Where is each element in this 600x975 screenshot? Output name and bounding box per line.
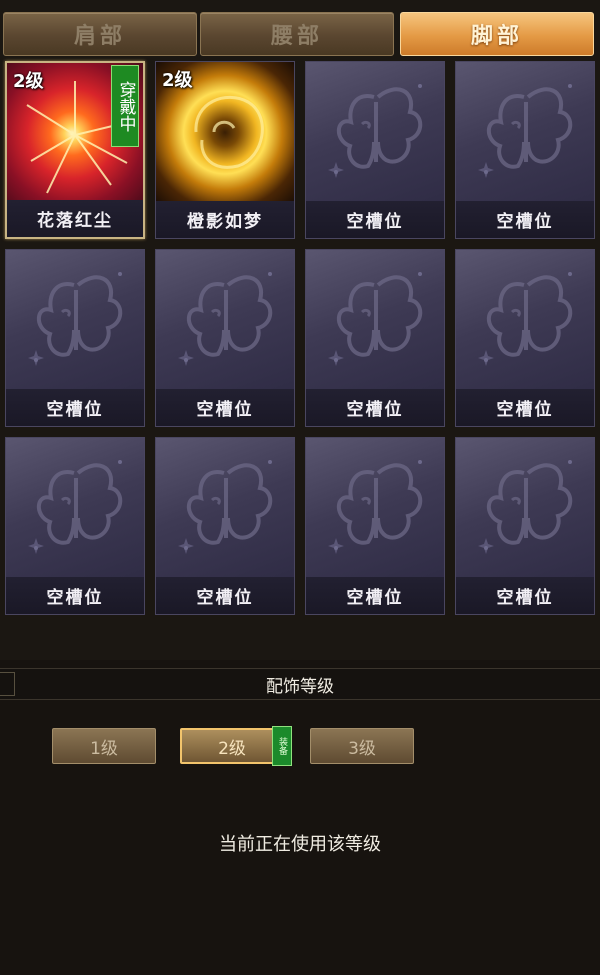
- slot-name: 空槽位: [6, 389, 144, 426]
- empty-slot-card[interactable]: 空槽位: [5, 437, 145, 615]
- slot-grid: 2级 穿戴中 花落红尘 2级 橙影如梦 空槽位 空槽位 空槽位 空槽位 空槽位 空槽位 空槽位 空槽位空…: [0, 58, 600, 618]
- empty-slot-card[interactable]: 空槽位: [455, 249, 595, 427]
- butterfly-placeholder-icon: [306, 438, 444, 579]
- slot-name: 空槽位: [306, 201, 444, 238]
- butterfly-placeholder-icon: [6, 250, 144, 391]
- section-header: 配饰等级: [0, 668, 600, 700]
- tab-waist[interactable]: 腰部: [200, 12, 394, 56]
- slot-name: 花落红尘: [7, 200, 143, 237]
- empty-slot-card[interactable]: 空槽位: [5, 249, 145, 427]
- section-title: 配饰等级: [266, 676, 334, 697]
- empty-slot-card[interactable]: 空槽位: [155, 437, 295, 615]
- slot-name: 空槽位: [456, 201, 594, 238]
- tab-shoulder[interactable]: 肩部: [3, 12, 197, 56]
- butterfly-placeholder-icon: [306, 250, 444, 391]
- slot-level-label: 2级: [162, 70, 193, 91]
- accessory-level-panel: 配饰等级 1级 2级 装备 3级 当前正在使用该等级: [0, 660, 600, 975]
- accessory-slot-card[interactable]: 2级 穿戴中花落红尘: [5, 61, 145, 239]
- empty-slot-card[interactable]: 空槽位: [305, 437, 445, 615]
- butterfly-placeholder-icon: [456, 438, 594, 579]
- slot-name: 空槽位: [306, 389, 444, 426]
- slot-name: 空槽位: [456, 577, 594, 614]
- empty-slot-card[interactable]: 空槽位: [455, 437, 595, 615]
- empty-slot-card[interactable]: 空槽位: [305, 61, 445, 239]
- empty-slot-card[interactable]: 空槽位: [455, 61, 595, 239]
- level-3-button[interactable]: 3级: [310, 728, 414, 764]
- slot-name: 空槽位: [156, 577, 294, 614]
- slot-level-label: 2级: [13, 71, 44, 92]
- level-3-label: 3级: [348, 738, 376, 759]
- slot-name: 空槽位: [306, 577, 444, 614]
- butterfly-placeholder-icon: [156, 250, 294, 391]
- tab-feet[interactable]: 脚部: [400, 12, 594, 56]
- slot-name: 空槽位: [456, 389, 594, 426]
- butterfly-placeholder-icon: [456, 62, 594, 203]
- butterfly-placeholder-icon: [306, 62, 444, 203]
- wearing-badge: 穿戴中: [111, 65, 139, 147]
- tab-bar: 肩部 腰部 脚部: [0, 12, 600, 58]
- level-2-button[interactable]: 2级 装备: [180, 726, 292, 766]
- equipped-tag: 装备: [272, 726, 292, 766]
- empty-slot-card[interactable]: 空槽位: [305, 249, 445, 427]
- level-2-label: 2级: [218, 738, 246, 759]
- butterfly-placeholder-icon: [456, 250, 594, 391]
- butterfly-placeholder-icon: [156, 438, 294, 579]
- level-1-button[interactable]: 1级: [52, 728, 156, 764]
- slot-name: 空槽位: [156, 389, 294, 426]
- empty-slot-card[interactable]: 空槽位: [155, 249, 295, 427]
- butterfly-placeholder-icon: [6, 438, 144, 579]
- level-1-label: 1级: [90, 738, 118, 759]
- accessory-slot-card[interactable]: 2级橙影如梦: [155, 61, 295, 239]
- status-text: 当前正在使用该等级: [219, 834, 381, 855]
- slot-name: 空槽位: [6, 577, 144, 614]
- slot-name: 橙影如梦: [156, 201, 294, 238]
